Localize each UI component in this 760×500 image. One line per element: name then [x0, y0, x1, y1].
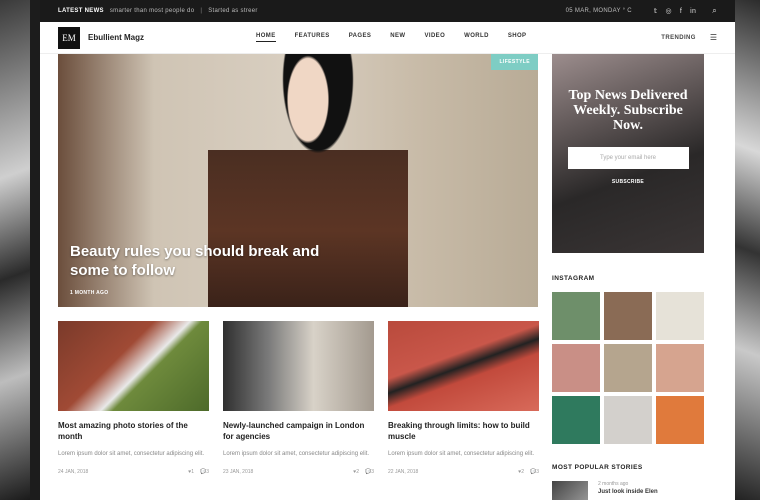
header-right: TRENDING ☰ — [661, 33, 717, 42]
article-date: 23 JAN, 2018 — [223, 469, 254, 475]
popular-story[interactable]: 2 months ago Just look inside Elen — [552, 481, 704, 500]
nav-new[interactable]: NEW — [390, 33, 405, 42]
article-excerpt: Lorem ipsum dolor sit amet, consectetur … — [388, 451, 535, 457]
article-meta: 22 JAN, 2018 ♥ 2 💬 3 — [388, 469, 539, 475]
article-image[interactable] — [58, 321, 209, 411]
article-title[interactable]: Most amazing photo stories of the month — [58, 420, 209, 444]
popular-thumb[interactable] — [552, 481, 588, 500]
instagram-grid — [552, 292, 704, 444]
article-cards: Most amazing photo stories of the month … — [58, 321, 539, 475]
article-card[interactable]: Newly-launched campaign in London for ag… — [223, 321, 374, 475]
top-bar: LATEST NEWS smarter than most people do … — [40, 0, 735, 22]
like-count: 2 — [356, 469, 359, 475]
article-image[interactable] — [388, 321, 539, 411]
hero-article[interactable]: LIFESTYLE Beauty rules you should break … — [58, 54, 538, 307]
ticker-item-1[interactable]: smarter than most people do — [110, 8, 194, 14]
instagram-icon[interactable]: ◎ — [665, 7, 671, 15]
instagram-photo[interactable] — [604, 292, 652, 340]
like-count: 1 — [191, 469, 194, 475]
instagram-photo[interactable] — [656, 344, 704, 392]
popular-title[interactable]: Just look inside Elen — [598, 489, 658, 495]
instagram-photo[interactable] — [552, 396, 600, 444]
page: LATEST NEWS smarter than most people do … — [40, 0, 735, 500]
article-meta: 23 JAN, 2018 ♥ 2 💬 3 — [223, 469, 374, 475]
popular-heading: MOST POPULAR STORIES — [552, 464, 643, 471]
popular-time: 2 months ago — [598, 481, 629, 487]
comment-count: 3 — [206, 469, 209, 475]
instagram-photo[interactable] — [552, 292, 600, 340]
article-image[interactable] — [223, 321, 374, 411]
background-left-texture — [0, 0, 30, 500]
site-name[interactable]: Ebullient Magz — [88, 33, 144, 42]
ticker-item-2[interactable]: Started as streer — [208, 8, 257, 14]
article-meta: 24 JAN, 2018 ♥ 1 💬 3 — [58, 469, 209, 475]
nav-world[interactable]: WORLD — [464, 33, 489, 42]
twitter-icon[interactable]: 𝕥 — [654, 7, 658, 15]
trending-link[interactable]: TRENDING — [661, 35, 696, 41]
article-card[interactable]: Most amazing photo stories of the month … — [58, 321, 209, 475]
article-excerpt: Lorem ipsum dolor sit amet, consectetur … — [223, 451, 370, 457]
article-date: 22 JAN, 2018 — [388, 469, 419, 475]
category-tag[interactable]: LIFESTYLE — [491, 54, 538, 70]
nav-video[interactable]: VIDEO — [424, 33, 445, 42]
logo[interactable]: EM — [58, 26, 80, 49]
facebook-icon[interactable]: f — [680, 8, 682, 15]
email-input[interactable]: Type your email here — [567, 147, 689, 169]
subscribe-title: Top News Delivered Weekly. Subscribe Now… — [568, 88, 688, 133]
latest-news-label: LATEST NEWS — [58, 8, 104, 14]
linkedin-icon[interactable]: in — [690, 8, 696, 15]
comment-count: 3 — [536, 469, 539, 475]
instagram-photo[interactable] — [604, 344, 652, 392]
nav-home[interactable]: HOME — [256, 33, 276, 42]
article-title[interactable]: Newly-launched campaign in London for ag… — [223, 420, 374, 444]
article-excerpt: Lorem ipsum dolor sit amet, consectetur … — [58, 451, 205, 457]
site-header: EM Ebullient Magz HOME FEATURES PAGES NE… — [40, 22, 735, 54]
article-title[interactable]: Breaking through limits: how to build mu… — [388, 420, 539, 444]
ticker-separator: | — [200, 8, 203, 14]
nav-shop[interactable]: SHOP — [508, 33, 527, 42]
hero-time: 1 MONTH AGO — [70, 290, 109, 296]
search-icon[interactable]: ⌕ — [712, 6, 717, 16]
subscribe-button[interactable]: SUBSCRIBE — [552, 179, 704, 185]
menu-icon[interactable]: ☰ — [710, 33, 717, 42]
hero-title[interactable]: Beauty rules you should break and some t… — [70, 242, 330, 280]
instagram-photo[interactable] — [656, 292, 704, 340]
article-date: 24 JAN, 2018 — [58, 469, 89, 475]
instagram-photo[interactable] — [552, 344, 600, 392]
instagram-heading: INSTAGRAM — [552, 275, 595, 282]
instagram-photo[interactable] — [656, 396, 704, 444]
like-count: 2 — [521, 469, 524, 475]
instagram-photo[interactable] — [604, 396, 652, 444]
nav-features[interactable]: FEATURES — [295, 33, 330, 42]
background-right-texture — [735, 0, 760, 500]
main-nav: HOME FEATURES PAGES NEW VIDEO WORLD SHOP — [256, 33, 545, 42]
subscribe-widget: Top News Delivered Weekly. Subscribe Now… — [552, 54, 704, 253]
nav-pages[interactable]: PAGES — [349, 33, 372, 42]
comment-count: 3 — [371, 469, 374, 475]
sidebar: Top News Delivered Weekly. Subscribe Now… — [552, 54, 704, 500]
article-card[interactable]: Breaking through limits: how to build mu… — [388, 321, 539, 475]
date-weather: 05 MAR, MONDAY ° C — [565, 8, 632, 14]
